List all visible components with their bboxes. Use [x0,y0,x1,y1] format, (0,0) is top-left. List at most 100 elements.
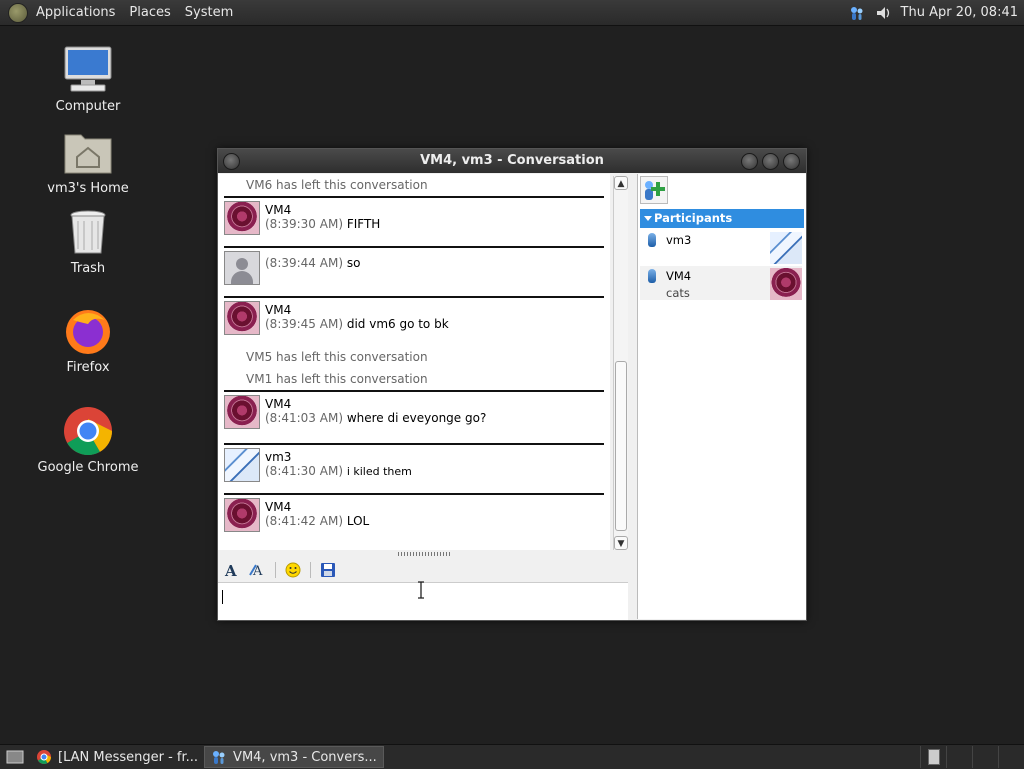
top-panel: Applications Places System Thu Apr 20, 0… [0,0,1024,26]
chrome-icon [37,750,51,764]
sender-name: VM4 [265,500,292,514]
pane-splitter-handle[interactable] [398,552,450,556]
message-log[interactable]: VM6 has left this conversation VM4 (8:39… [218,174,610,550]
save-icon[interactable] [319,561,337,579]
smiley-icon[interactable] [284,561,302,579]
text-cursor-icon [418,581,424,599]
message-time: (8:41:30 AM) [265,464,343,478]
desktop-icon-label: vm3's Home [47,181,129,196]
participant-name: vm3 [666,233,692,247]
message-item: VM4 (8:41:03 AM) where di eveyonge go? [224,390,604,443]
message-time: (8:41:03 AM) [265,411,343,425]
places-menu[interactable]: Places [129,5,170,20]
sender-name: VM4 [265,303,292,317]
workspace-2[interactable] [946,746,972,768]
firefox-icon [63,306,113,356]
desktop-icon-label: Google Chrome [37,460,139,475]
format-toolbar: A A [218,558,635,582]
message-text: FIFTH [346,217,381,231]
participants-header[interactable]: Participants [640,209,804,228]
lan-messenger-tray-icon[interactable] [849,5,865,21]
avatar [224,448,260,482]
taskbar-item-active[interactable]: VM4, vm3 - Convers... [204,746,384,768]
participant-item[interactable]: vm3 [640,230,802,264]
desktop-icon-computer[interactable]: Computer [28,45,148,114]
workspace-1[interactable] [920,746,946,768]
sender-name: VM4 [265,203,292,217]
font-icon[interactable]: A [223,561,241,579]
clock[interactable]: Thu Apr 20, 08:41 [901,5,1018,20]
svg-text:A: A [252,564,263,578]
desktop-icon-label: Computer [55,99,121,114]
user-status-icon [648,233,656,247]
participant-avatar [770,232,802,264]
bottom-panel: [LAN Messenger - fr... VM4, vm3 - Conver… [0,744,1024,769]
volume-icon[interactable] [873,5,893,21]
avatar [224,301,260,335]
message-item: VM4 (8:39:45 AM) did vm6 go to bk [224,296,604,346]
add-user-icon [645,181,665,200]
lan-messenger-icon [213,751,225,764]
message-time: (8:39:45 AM) [265,317,343,331]
scroll-up-arrow-icon[interactable]: ▲ [614,176,628,190]
toolbar-separator [310,562,311,578]
window-menu-button[interactable] [223,153,240,170]
taskbar-item-label: VM4, vm3 - Convers... [233,749,377,765]
message-item: vm3 (8:41:30 AM) i kiled them [224,443,604,493]
font-color-icon[interactable]: A [249,561,267,579]
message-input[interactable] [218,581,628,620]
participant-avatar [770,268,802,300]
sender-name: VM4 [265,397,292,411]
avatar [224,498,260,532]
system-notice: VM5 has left this conversation [246,350,428,364]
message-item: VM4 (8:41:42 AM) LOL [224,493,604,543]
applications-menu[interactable]: Applications [36,5,115,20]
maximize-button[interactable] [762,153,779,170]
system-notice: VM6 has left this conversation [246,178,428,192]
desktop-icon-chrome[interactable]: Google Chrome [28,406,148,475]
avatar [224,251,260,285]
svg-text:A: A [224,562,237,578]
desktop-icon-label: Firefox [66,360,110,375]
window-titlebar[interactable]: VM4, vm3 - Conversation [218,149,806,173]
participants-panel: Participants vm3 VM4 cats [637,174,806,619]
workspace-4[interactable] [998,746,1024,768]
message-text: where di eveyonge go? [346,411,487,425]
close-button[interactable] [783,153,800,170]
show-desktop-icon [6,750,24,764]
message-text: LOL [346,514,370,528]
window-title: VM4, vm3 - Conversation [420,153,604,168]
message-time: (8:39:44 AM) [265,256,343,270]
avatar [224,395,260,429]
message-text: did vm6 go to bk [346,317,449,331]
user-status-icon [648,269,656,283]
trash-icon [63,207,113,257]
workspace-3[interactable] [972,746,998,768]
participant-status: cats [666,286,690,300]
message-time: (8:39:30 AM) [265,217,343,231]
home-folder-icon [63,127,113,177]
distro-logo-icon[interactable] [8,2,28,23]
message-text: so [346,256,361,270]
message-time: (8:41:42 AM) [265,514,343,528]
chrome-icon [63,406,113,456]
scroll-thumb[interactable] [615,361,627,531]
conversation-window: VM4, vm3 - Conversation VM6 has left thi… [217,148,807,621]
desktop-icon-home[interactable]: vm3's Home [28,127,148,196]
system-notice: VM1 has left this conversation [246,372,428,386]
add-participant-button[interactable] [640,176,668,204]
scroll-down-arrow-icon[interactable]: ▼ [614,536,628,550]
message-scrollbar[interactable]: ▲ ▼ [613,176,628,550]
sender-name: vm3 [265,450,292,464]
avatar [224,201,260,235]
minimize-button[interactable] [741,153,758,170]
show-desktop-button[interactable] [0,746,30,768]
system-menu[interactable]: System [185,5,233,20]
desktop-icon-trash[interactable]: Trash [28,207,148,276]
participant-item[interactable]: VM4 cats [640,266,802,300]
desktop-icon-firefox[interactable]: Firefox [28,306,148,375]
message-item: (8:39:44 AM) so [224,246,604,296]
taskbar-item[interactable]: [LAN Messenger - fr... [30,746,204,768]
text-caret [222,590,223,604]
taskbar-item-label: [LAN Messenger - fr... [58,749,199,765]
